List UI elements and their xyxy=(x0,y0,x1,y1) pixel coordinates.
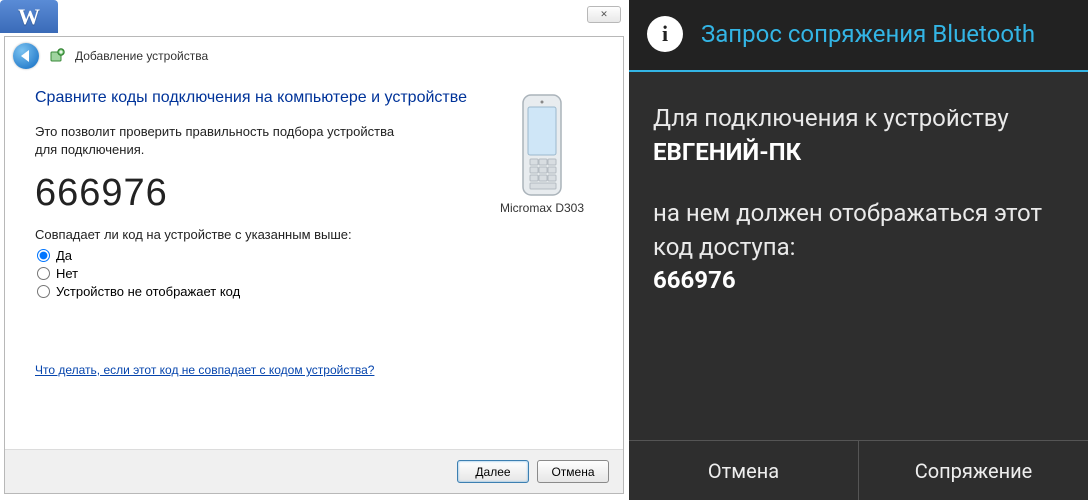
android-device-name: ЕВГЕНИЙ-ПК xyxy=(653,138,801,166)
dialog-footer: Далее Отмена xyxy=(5,449,623,493)
info-icon: i xyxy=(647,16,683,52)
android-message: Для подключения к устройству ЕВГЕНИЙ-ПК … xyxy=(653,102,1064,298)
radio-nocode-input[interactable] xyxy=(37,285,50,298)
android-pairing-code: 666976 xyxy=(653,266,736,294)
android-line1: Для подключения к устройству xyxy=(653,104,1009,132)
radio-yes-input[interactable] xyxy=(37,249,50,262)
dialog-description: Это позволит проверить правильность подб… xyxy=(35,123,415,158)
android-cancel-button[interactable]: Отмена xyxy=(629,441,859,500)
android-line2: на нем должен отображаться этот код дост… xyxy=(653,199,1042,261)
phone-icon xyxy=(512,93,572,197)
dialog-title: Добавление устройства xyxy=(75,49,208,63)
android-footer: Отмена Сопряжение xyxy=(629,440,1088,500)
word-app-badge: W xyxy=(0,0,58,33)
dialog-header: Добавление устройства xyxy=(5,37,623,75)
windows-pane: W ✕ Добавление устройства Сравните коды … xyxy=(0,0,629,500)
window-close-button[interactable]: ✕ xyxy=(587,6,621,23)
radio-prompt: Совпадает ли код на устройстве с указанн… xyxy=(35,227,593,242)
device-name: Micromax D303 xyxy=(489,201,595,215)
radio-group: Да Нет Устройство не отображает код xyxy=(37,248,593,299)
back-button[interactable] xyxy=(13,43,39,69)
help-link[interactable]: Что делать, если этот код не совпадает с… xyxy=(35,363,374,377)
add-device-dialog: Добавление устройства Сравните коды подк… xyxy=(4,36,624,494)
device-preview: Micromax D303 xyxy=(489,93,595,215)
add-device-icon xyxy=(49,48,65,64)
radio-yes-label: Да xyxy=(56,248,72,263)
android-title: Запрос сопряжения Bluetooth xyxy=(701,19,1035,49)
radio-nocode-label: Устройство не отображает код xyxy=(56,284,240,299)
android-pane: i Запрос сопряжения Bluetooth Для подклю… xyxy=(629,0,1088,500)
cancel-button[interactable]: Отмена xyxy=(537,460,609,483)
android-header: i Запрос сопряжения Bluetooth xyxy=(629,0,1088,72)
radio-nocode[interactable]: Устройство не отображает код xyxy=(37,284,593,299)
radio-no-label: Нет xyxy=(56,266,78,281)
radio-no[interactable]: Нет xyxy=(37,266,593,281)
next-button[interactable]: Далее xyxy=(457,460,529,483)
word-letter: W xyxy=(18,4,40,30)
radio-yes[interactable]: Да xyxy=(37,248,593,263)
android-pair-button[interactable]: Сопряжение xyxy=(859,441,1088,500)
back-arrow-icon xyxy=(21,50,29,62)
dialog-body: Сравните коды подключения на компьютере … xyxy=(5,75,623,443)
android-body: Для подключения к устройству ЕВГЕНИЙ-ПК … xyxy=(629,72,1088,440)
radio-no-input[interactable] xyxy=(37,267,50,280)
